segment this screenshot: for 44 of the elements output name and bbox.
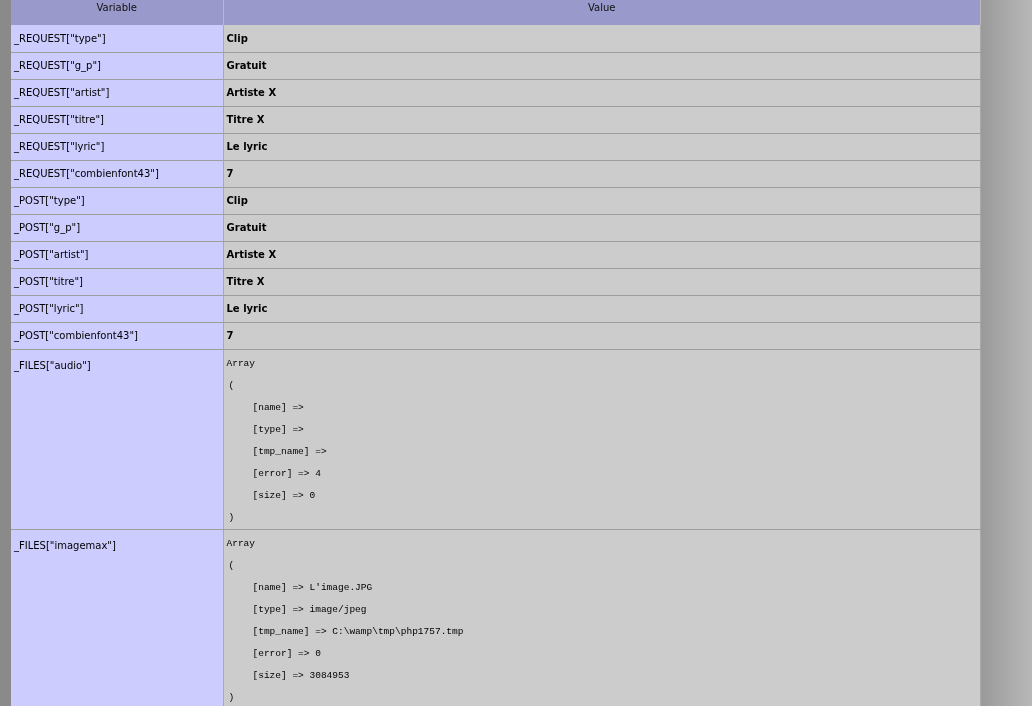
array-line: [size] => 3084953 [251,668,351,683]
array-line: [size] => 0 [251,488,317,503]
variable-cell: _REQUEST["artist"] [11,79,223,106]
value-cell: Clip [223,187,981,214]
array-line: ( [227,558,236,573]
variable-cell: _REQUEST["type"] [11,25,223,52]
array-line: [tmp_name] => C:\wamp\tmp\php1757.tmp [251,624,465,639]
column-header: Variable [11,0,223,25]
array-line: [type] => image/jpeg [251,602,368,617]
array-line: [error] => 4 [251,466,322,481]
array-line: ) [227,510,236,525]
array-line: [type] => [251,422,305,437]
variable-cell: _REQUEST["titre"] [11,106,223,133]
column-header: Value [223,0,981,25]
array-line: [name] => [251,400,305,415]
value-cell: 7 [223,322,981,349]
variable-cell: _REQUEST["g_p"] [11,52,223,79]
value-cell: Artiste X [223,79,981,106]
value-cell: 7 [223,160,981,187]
variable-cell: _POST["lyric"] [11,295,223,322]
variable-cell: _FILES["audio"] [11,349,223,529]
array-line: ( [227,378,236,393]
variable-cell: _REQUEST["lyric"] [11,133,223,160]
variable-cell: _POST["type"] [11,187,223,214]
array-line: [tmp_name] => [251,444,328,459]
value-cell: Le lyric [223,295,981,322]
variable-cell: _POST["g_p"] [11,214,223,241]
array-line: [error] => 0 [251,646,322,661]
variable-cell: _POST["titre"] [11,268,223,295]
array-line: ) [227,690,236,705]
array-line: [name] => L'image.JPG [251,580,374,595]
value-cell: Titre X [223,268,981,295]
value-cell: Clip [223,25,981,52]
value-cell: Artiste X [223,241,981,268]
variable-cell: _FILES["imagemax"] [11,529,223,706]
value-cell: Gratuit [223,214,981,241]
value-cell: Titre X [223,106,981,133]
variable-cell: _POST["artist"] [11,241,223,268]
variable-cell: _POST["combienfont43"] [11,322,223,349]
value-cell: Gratuit [223,52,981,79]
variable-cell: _REQUEST["combienfont43"] [11,160,223,187]
array-line: Array [226,536,256,551]
array-line: Array [226,356,256,371]
value-cell: Le lyric [223,133,981,160]
